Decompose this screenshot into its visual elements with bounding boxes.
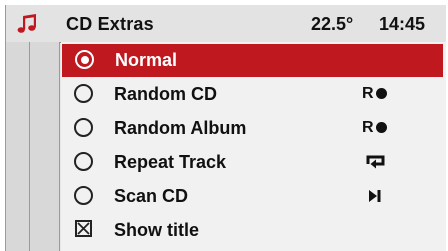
screen-title: CD Extras <box>66 14 154 34</box>
random-letter: R <box>362 119 374 136</box>
menu-item-repeat-track[interactable]: Repeat Track <box>61 146 446 179</box>
header-bar: CD Extras 22.5° 14:45 <box>6 5 446 43</box>
checkbox-cross-icon <box>77 222 90 235</box>
strip-divider <box>59 42 60 251</box>
random-letter: R <box>362 85 374 102</box>
random-dot <box>376 122 387 133</box>
radio-button[interactable] <box>74 186 93 205</box>
menu-item-label: Normal <box>115 50 178 70</box>
menu-item-scan-cd[interactable]: Scan CD <box>61 180 446 213</box>
strip-divider <box>29 42 30 251</box>
menu-item-label: Random CD <box>114 84 217 104</box>
menu-item-label: Repeat Track <box>114 152 227 172</box>
radio-button[interactable] <box>74 84 93 103</box>
cd-extras-screen: CD Extras 22.5° 14:45 Normal Random CD R… <box>5 5 446 251</box>
menu-item-random-cd[interactable]: Random CD R <box>61 78 446 111</box>
radio-button[interactable] <box>74 152 93 171</box>
left-strip <box>6 42 60 251</box>
menu-item-normal[interactable]: Normal <box>62 44 443 77</box>
random-icon: R <box>362 84 392 104</box>
extras-menu: Normal Random CD R Random Album R Repeat… <box>61 42 446 251</box>
menu-item-label: Show title <box>114 220 199 240</box>
menu-item-random-album[interactable]: Random Album R <box>61 112 446 145</box>
radio-dot <box>80 55 89 64</box>
radio-button[interactable] <box>74 118 93 137</box>
music-note-icon <box>17 14 36 33</box>
menu-item-label: Random Album <box>114 118 247 138</box>
random-dot <box>376 88 387 99</box>
clock-readout: 14:45 <box>379 14 426 34</box>
temperature-readout: 22.5° <box>311 14 354 34</box>
menu-item-show-title[interactable]: Show title <box>61 214 446 247</box>
checkbox[interactable] <box>75 220 92 237</box>
repeat-icon <box>366 155 385 169</box>
scan-skip-icon <box>369 190 381 202</box>
radio-button[interactable] <box>75 50 94 69</box>
menu-item-label: Scan CD <box>114 186 189 206</box>
random-icon: R <box>362 118 392 138</box>
